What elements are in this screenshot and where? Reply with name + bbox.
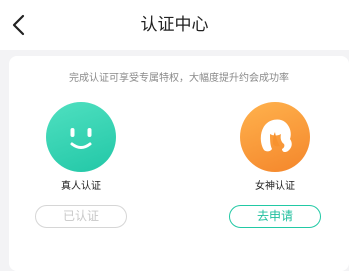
page-title: 认证中心 xyxy=(140,15,209,35)
goddess-label: 女神认证 xyxy=(255,181,295,192)
top-bar: 认证中心 xyxy=(0,0,349,50)
verification-card: 完成认证可享受专属特权，大幅度提升约会成功率 真人认证 已认证 女神认证 去申请 xyxy=(9,56,349,271)
card-subtitle: 完成认证可享受专属特权，大幅度提升约会成功率 xyxy=(69,73,289,84)
goddess-avatar[interactable] xyxy=(240,102,310,172)
verified-button[interactable]: 已认证 xyxy=(35,205,127,228)
woman-hair-icon xyxy=(260,119,292,153)
smiley-face-icon xyxy=(70,128,92,149)
apply-button[interactable]: 去申请 xyxy=(229,205,321,228)
real-person-avatar[interactable] xyxy=(46,102,116,172)
real-person-label: 真人认证 xyxy=(61,181,101,192)
